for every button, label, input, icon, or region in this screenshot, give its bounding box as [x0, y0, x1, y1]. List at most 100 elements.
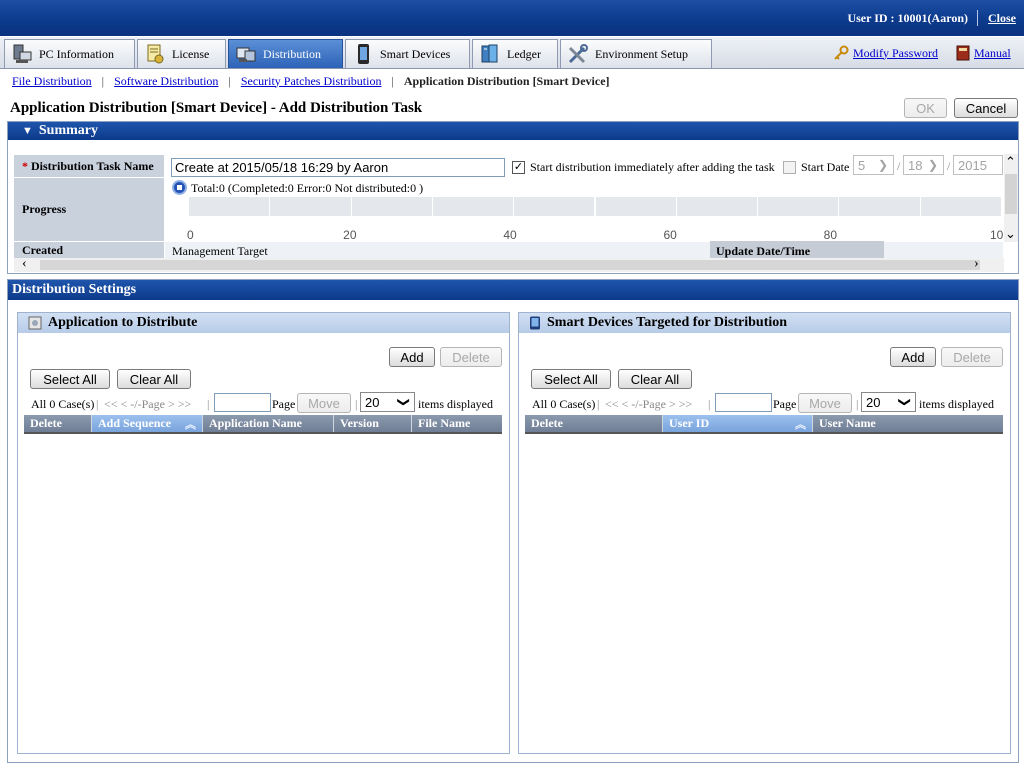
key-icon — [834, 45, 849, 60]
select-all-button[interactable]: Select All — [30, 369, 110, 389]
select-all-button[interactable]: Select All — [531, 369, 611, 389]
summary-vertical-scrollbar[interactable]: ⌃ ⌄ — [1004, 154, 1018, 242]
tab-distribution[interactable]: Distribution — [228, 39, 343, 68]
page-number-input[interactable] — [715, 393, 772, 412]
tab-license[interactable]: License — [137, 39, 226, 68]
scroll-right-icon[interactable]: › — [974, 256, 979, 272]
sort-ascending-icon: ︽ — [795, 419, 806, 431]
chevron-down-icon: ❯ — [927, 158, 938, 172]
manual-book-icon — [956, 45, 970, 61]
devices-table-header: Delete User ID ︽ User Name — [525, 415, 1003, 434]
summary-horizontal-scrollbar[interactable]: ‹ › — [14, 256, 1004, 272]
tab-pc-information[interactable]: PC Information — [4, 39, 135, 68]
progress-tick-label: 80 — [823, 228, 837, 242]
page-number-input[interactable] — [214, 393, 271, 412]
pc-info-icon — [11, 43, 33, 65]
col-add-sequence-label: Add Sequence — [98, 416, 172, 430]
start-day-select[interactable]: 18 ❯ — [903, 155, 944, 175]
distribution-settings-title: Distribution Settings — [12, 282, 137, 297]
col-user-name[interactable]: User Name — [813, 415, 1003, 432]
scroll-down-icon[interactable]: ⌄ — [1005, 226, 1016, 242]
tab-label: Distribution — [263, 46, 322, 61]
col-application-name[interactable]: Application Name — [203, 415, 334, 432]
case-count: All 0 Case(s) — [31, 397, 95, 411]
sort-ascending-icon: ︽ — [185, 419, 196, 431]
clear-all-button[interactable]: Clear All — [117, 369, 191, 389]
progress-tick-label: 10 — [990, 228, 1004, 242]
add-device-button[interactable]: Add — [890, 347, 936, 367]
start-day-value: 18 — [908, 157, 923, 173]
start-year-value: 2015 — [958, 157, 987, 173]
progress-segment — [270, 197, 352, 216]
pager-divider: | — [856, 397, 859, 411]
created-label: Created — [14, 242, 164, 259]
tab-smart-devices[interactable]: Smart Devices — [345, 39, 470, 68]
tab-label: Smart Devices — [380, 46, 451, 61]
clear-all-button[interactable]: Clear All — [618, 369, 692, 389]
move-button[interactable]: Move — [798, 393, 852, 413]
summary-header[interactable]: ▼ Summary — [8, 122, 1018, 140]
col-delete[interactable]: Delete — [525, 415, 663, 432]
col-file-name[interactable]: File Name — [412, 415, 502, 432]
pager-navigation[interactable]: << < -/-Page > >> — [104, 397, 191, 412]
management-target-label: Management Target — [172, 244, 268, 258]
software-distribution-link[interactable]: Software Distribution — [114, 74, 218, 89]
close-link[interactable]: Close — [988, 11, 1016, 26]
start-immediately-checkbox[interactable]: ✓ — [512, 161, 525, 174]
main-tab-bar: PC Information License Distribution Smar… — [0, 37, 1024, 69]
application-table-header: Delete Add Sequence ︽ Application Name Ve… — [24, 415, 502, 434]
progress-tick-label: 0 — [187, 228, 194, 242]
page-label: Page — [272, 397, 296, 411]
delete-device-button[interactable]: Delete — [941, 347, 1003, 367]
license-icon — [144, 43, 166, 65]
progress-segment — [920, 197, 1002, 216]
ok-button[interactable]: OK — [904, 98, 947, 118]
breadcrumb: File Distribution | Software Distributio… — [0, 69, 1024, 93]
file-distribution-link[interactable]: File Distribution — [12, 74, 92, 89]
required-mark: * — [22, 158, 28, 173]
pager-navigation[interactable]: << < -/-Page > >> — [605, 397, 692, 412]
task-name-input[interactable]: Create at 2015/05/18 16:29 by Aaron — [171, 158, 505, 177]
start-month-select[interactable]: 5 ❯ — [853, 155, 894, 175]
move-button[interactable]: Move — [297, 393, 351, 413]
col-user-id[interactable]: User ID ︽ — [663, 415, 813, 432]
progress-segment — [758, 197, 840, 216]
pager-divider: | — [355, 397, 358, 411]
start-date-label: Start Date — [801, 160, 850, 174]
breadcrumb-separator: | — [101, 73, 105, 88]
add-application-button[interactable]: Add — [389, 347, 435, 367]
start-month-value: 5 — [858, 157, 866, 173]
items-per-page-select[interactable]: 20 ❯ — [360, 392, 415, 412]
items-per-page-select[interactable]: 20 ❯ — [861, 392, 916, 412]
scrollbar-thumb[interactable] — [1005, 174, 1017, 214]
items-displayed-label: items displayed — [919, 397, 994, 411]
smart-devices-panel-header: Smart Devices Targeted for Distribution — [519, 313, 1010, 333]
pager-divider: | — [207, 397, 210, 411]
tab-environment-setup[interactable]: Environment Setup — [560, 39, 712, 68]
items-displayed-label: items displayed — [418, 397, 493, 411]
col-user-id-label: User ID — [669, 416, 710, 430]
cancel-button[interactable]: Cancel — [954, 98, 1018, 118]
col-add-sequence[interactable]: Add Sequence ︽ — [92, 415, 203, 432]
col-version[interactable]: Version — [334, 415, 412, 432]
task-name-label: * Distribution Task Name — [14, 155, 164, 177]
scroll-up-icon[interactable]: ⌃ — [1005, 154, 1016, 170]
progress-tick-label: 60 — [663, 228, 677, 242]
modify-password-link[interactable]: Modify Password — [853, 46, 938, 61]
chevron-down-icon: ❯ — [396, 396, 411, 408]
delete-application-button[interactable]: Delete — [440, 347, 502, 367]
progress-segment — [839, 197, 921, 216]
progress-segment — [432, 197, 515, 216]
manual-link[interactable]: Manual — [974, 46, 1011, 61]
tab-ledger[interactable]: Ledger — [472, 39, 558, 68]
col-delete[interactable]: Delete — [24, 415, 92, 432]
progress-text: Total:0 (Completed:0 Error:0 Not distrib… — [191, 181, 424, 195]
start-date-checkbox[interactable] — [783, 161, 796, 174]
start-year-select[interactable]: 2015 — [953, 155, 1003, 175]
scrollbar-thumb[interactable] — [40, 260, 980, 270]
scroll-left-icon[interactable]: ‹ — [22, 256, 27, 272]
security-patches-link[interactable]: Security Patches Distribution — [241, 74, 382, 89]
manual-group: Manual — [956, 45, 1011, 61]
progress-segment — [189, 197, 271, 216]
progress-tick-label: 20 — [343, 228, 357, 242]
